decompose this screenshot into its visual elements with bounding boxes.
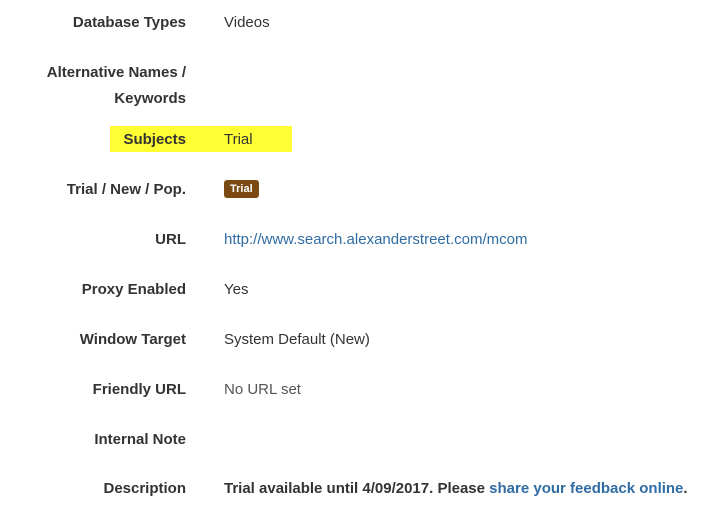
trial-new-pop-label: Trial / New / Pop. (66, 181, 186, 198)
friendly-url-value: No URL set (224, 381, 301, 398)
database-types-value: Videos (224, 14, 270, 31)
url-value: http://www.search.alexanderstreet.com/mc… (224, 227, 527, 253)
feedback-link[interactable]: share your feedback online (489, 480, 683, 497)
description-value: Trial available until 4/09/2017. Please … (224, 476, 688, 502)
proxy-enabled-value: Yes (224, 281, 249, 298)
description-label: Description (103, 480, 186, 497)
description-period: . (683, 480, 688, 497)
database-types-label: Database Types (72, 14, 186, 31)
alternative-names-label-line1: Alternative Names / (46, 64, 186, 81)
window-target-label: Window Target (79, 331, 186, 348)
alternative-names-label-line2: Keywords (114, 90, 186, 107)
alternative-names-label: Alternative Names / Keywords (47, 60, 186, 112)
subjects-label: Subjects (123, 131, 186, 148)
trial-new-pop-value: Trial (224, 177, 259, 203)
url-label: URL (155, 231, 186, 248)
trial-badge: Trial (224, 180, 259, 199)
description-text: Trial available until 4/09/2017. Please (224, 480, 490, 497)
url-link[interactable]: http://www.search.alexanderstreet.com/mc… (224, 231, 527, 248)
subjects-value: Trial (224, 131, 253, 148)
friendly-url-label: Friendly URL (92, 381, 186, 398)
window-target-value: System Default (New) (224, 331, 370, 348)
internal-note-label: Internal Note (94, 431, 186, 448)
proxy-enabled-label: Proxy Enabled (81, 281, 186, 298)
